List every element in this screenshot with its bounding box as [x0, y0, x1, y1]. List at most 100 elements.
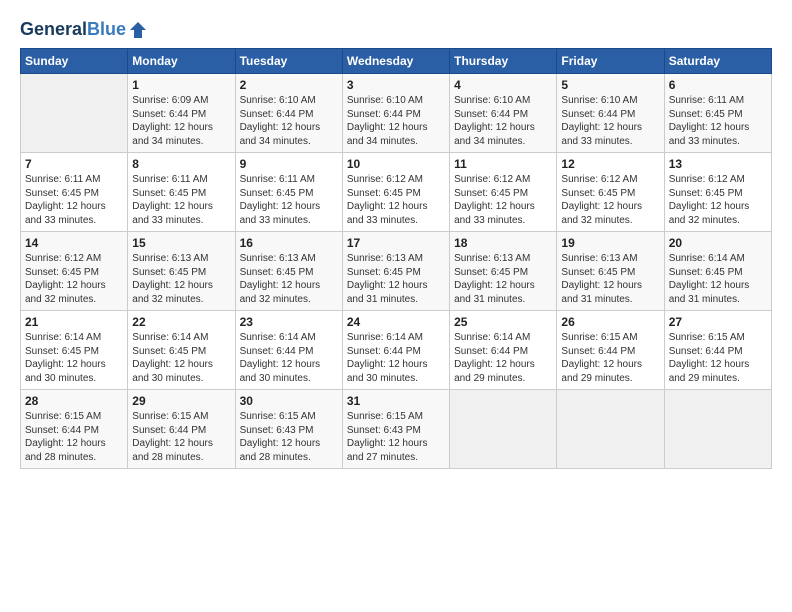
day-cell: 15 Sunrise: 6:13 AM Sunset: 6:45 PM Dayli… — [128, 232, 235, 311]
day-number: 20 — [669, 236, 767, 250]
day-number: 9 — [240, 157, 338, 171]
logo-text: GeneralBlue — [20, 20, 126, 40]
day-number: 23 — [240, 315, 338, 329]
day-number: 21 — [25, 315, 123, 329]
header-cell-sunday: Sunday — [21, 49, 128, 74]
day-cell: 26Sunrise: 6:15 AM Sunset: 6:44 PM Dayli… — [557, 311, 664, 390]
day-cell: 9 Sunrise: 6:11 AM Sunset: 6:45 PM Daylig… — [235, 153, 342, 232]
week-row-4: 21 Sunrise: 6:14 AM Sunset: 6:45 PM Dayli… — [21, 311, 772, 390]
day-cell: 27 Sunrise: 6:15 AM Sunset: 6:44 PM Dayli… — [664, 311, 771, 390]
day-number: 27 — [669, 315, 767, 329]
day-cell — [450, 390, 557, 469]
day-number: 5 — [561, 78, 659, 92]
logo-icon — [128, 20, 148, 40]
day-number: 22 — [132, 315, 230, 329]
day-info: Sunrise: 6:10 AM Sunset: 6:44 PM Dayligh… — [454, 94, 552, 148]
day-info: Sunrise: 6:15 AM Sunset: 6:43 PM Dayligh… — [240, 410, 338, 464]
day-cell: 19Sunrise: 6:13 AM Sunset: 6:45 PM Dayli… — [557, 232, 664, 311]
day-number: 24 — [347, 315, 445, 329]
day-cell: 13 Sunrise: 6:12 AM Sunset: 6:45 PM Dayli… — [664, 153, 771, 232]
logo: GeneralBlue — [20, 20, 148, 40]
day-info: Sunrise: 6:11 AM Sunset: 6:45 PM Dayligh… — [25, 173, 123, 227]
day-info: Sunrise: 6:14 AM Sunset: 6:45 PM Dayligh… — [25, 331, 123, 385]
day-info: Sunrise: 6:15 AM Sunset: 6:43 PM Dayligh… — [347, 410, 445, 464]
day-info: Sunrise: 6:13 AM Sunset: 6:45 PM Dayligh… — [132, 252, 230, 306]
day-number: 6 — [669, 78, 767, 92]
week-row-3: 14 Sunrise: 6:12 AM Sunset: 6:45 PM Dayli… — [21, 232, 772, 311]
day-info: Sunrise: 6:14 AM Sunset: 6:44 PM Dayligh… — [454, 331, 552, 385]
day-info: Sunrise: 6:11 AM Sunset: 6:45 PM Dayligh… — [132, 173, 230, 227]
day-cell: 2 Sunrise: 6:10 AM Sunset: 6:44 PM Daylig… — [235, 74, 342, 153]
day-number: 14 — [25, 236, 123, 250]
day-info: Sunrise: 6:11 AM Sunset: 6:45 PM Dayligh… — [669, 94, 767, 148]
day-number: 10 — [347, 157, 445, 171]
day-info: Sunrise: 6:09 AM Sunset: 6:44 PM Dayligh… — [132, 94, 230, 148]
day-cell — [557, 390, 664, 469]
day-cell: 17 Sunrise: 6:13 AM Sunset: 6:45 PM Dayli… — [342, 232, 449, 311]
day-number: 29 — [132, 394, 230, 408]
day-info: Sunrise: 6:11 AM Sunset: 6:45 PM Dayligh… — [240, 173, 338, 227]
day-cell: 8 Sunrise: 6:11 AM Sunset: 6:45 PM Daylig… — [128, 153, 235, 232]
day-info: Sunrise: 6:15 AM Sunset: 6:44 PM Dayligh… — [669, 331, 767, 385]
day-info: Sunrise: 6:15 AM Sunset: 6:44 PM Dayligh… — [132, 410, 230, 464]
day-number: 25 — [454, 315, 552, 329]
header-cell-wednesday: Wednesday — [342, 49, 449, 74]
calendar-table: SundayMondayTuesdayWednesdayThursdayFrid… — [20, 48, 772, 469]
header-cell-saturday: Saturday — [664, 49, 771, 74]
day-number: 4 — [454, 78, 552, 92]
day-cell: 10 Sunrise: 6:12 AM Sunset: 6:45 PM Dayli… — [342, 153, 449, 232]
day-cell: 3Sunrise: 6:10 AM Sunset: 6:44 PM Daylig… — [342, 74, 449, 153]
day-cell: 14 Sunrise: 6:12 AM Sunset: 6:45 PM Dayli… — [21, 232, 128, 311]
day-cell — [664, 390, 771, 469]
day-cell: 6 Sunrise: 6:11 AM Sunset: 6:45 PM Daylig… — [664, 74, 771, 153]
day-number: 12 — [561, 157, 659, 171]
day-info: Sunrise: 6:12 AM Sunset: 6:45 PM Dayligh… — [561, 173, 659, 227]
day-info: Sunrise: 6:13 AM Sunset: 6:45 PM Dayligh… — [347, 252, 445, 306]
day-number: 8 — [132, 157, 230, 171]
day-number: 17 — [347, 236, 445, 250]
header-row: SundayMondayTuesdayWednesdayThursdayFrid… — [21, 49, 772, 74]
day-number: 13 — [669, 157, 767, 171]
day-info: Sunrise: 6:12 AM Sunset: 6:45 PM Dayligh… — [347, 173, 445, 227]
day-number: 31 — [347, 394, 445, 408]
day-info: Sunrise: 6:12 AM Sunset: 6:45 PM Dayligh… — [25, 252, 123, 306]
day-number: 7 — [25, 157, 123, 171]
week-row-1: 1Sunrise: 6:09 AM Sunset: 6:44 PM Daylig… — [21, 74, 772, 153]
day-cell — [21, 74, 128, 153]
day-info: Sunrise: 6:10 AM Sunset: 6:44 PM Dayligh… — [561, 94, 659, 148]
day-number: 16 — [240, 236, 338, 250]
day-info: Sunrise: 6:14 AM Sunset: 6:45 PM Dayligh… — [132, 331, 230, 385]
calendar-body: 1Sunrise: 6:09 AM Sunset: 6:44 PM Daylig… — [21, 74, 772, 469]
day-number: 2 — [240, 78, 338, 92]
day-info: Sunrise: 6:12 AM Sunset: 6:45 PM Dayligh… — [669, 173, 767, 227]
day-number: 11 — [454, 157, 552, 171]
day-info: Sunrise: 6:10 AM Sunset: 6:44 PM Dayligh… — [240, 94, 338, 148]
day-cell: 29 Sunrise: 6:15 AM Sunset: 6:44 PM Dayli… — [128, 390, 235, 469]
day-cell: 12 Sunrise: 6:12 AM Sunset: 6:45 PM Dayli… — [557, 153, 664, 232]
day-cell: 5 Sunrise: 6:10 AM Sunset: 6:44 PM Daylig… — [557, 74, 664, 153]
header-cell-tuesday: Tuesday — [235, 49, 342, 74]
calendar-header: SundayMondayTuesdayWednesdayThursdayFrid… — [21, 49, 772, 74]
day-cell: 24 Sunrise: 6:14 AM Sunset: 6:44 PM Dayli… — [342, 311, 449, 390]
day-cell: 28 Sunrise: 6:15 AM Sunset: 6:44 PM Dayli… — [21, 390, 128, 469]
day-info: Sunrise: 6:14 AM Sunset: 6:45 PM Dayligh… — [669, 252, 767, 306]
day-cell: 21 Sunrise: 6:14 AM Sunset: 6:45 PM Dayli… — [21, 311, 128, 390]
day-number: 18 — [454, 236, 552, 250]
header-cell-monday: Monday — [128, 49, 235, 74]
day-number: 3 — [347, 78, 445, 92]
day-info: Sunrise: 6:14 AM Sunset: 6:44 PM Dayligh… — [347, 331, 445, 385]
day-info: Sunrise: 6:15 AM Sunset: 6:44 PM Dayligh… — [561, 331, 659, 385]
day-cell: 4 Sunrise: 6:10 AM Sunset: 6:44 PM Daylig… — [450, 74, 557, 153]
day-number: 28 — [25, 394, 123, 408]
day-info: Sunrise: 6:14 AM Sunset: 6:44 PM Dayligh… — [240, 331, 338, 385]
day-info: Sunrise: 6:15 AM Sunset: 6:44 PM Dayligh… — [25, 410, 123, 464]
day-cell: 22 Sunrise: 6:14 AM Sunset: 6:45 PM Dayli… — [128, 311, 235, 390]
day-cell: 1Sunrise: 6:09 AM Sunset: 6:44 PM Daylig… — [128, 74, 235, 153]
day-cell: 18Sunrise: 6:13 AM Sunset: 6:45 PM Dayli… — [450, 232, 557, 311]
day-number: 19 — [561, 236, 659, 250]
day-cell: 11Sunrise: 6:12 AM Sunset: 6:45 PM Dayli… — [450, 153, 557, 232]
day-cell: 30 Sunrise: 6:15 AM Sunset: 6:43 PM Dayli… — [235, 390, 342, 469]
day-cell: 7 Sunrise: 6:11 AM Sunset: 6:45 PM Daylig… — [21, 153, 128, 232]
day-number: 30 — [240, 394, 338, 408]
day-number: 15 — [132, 236, 230, 250]
